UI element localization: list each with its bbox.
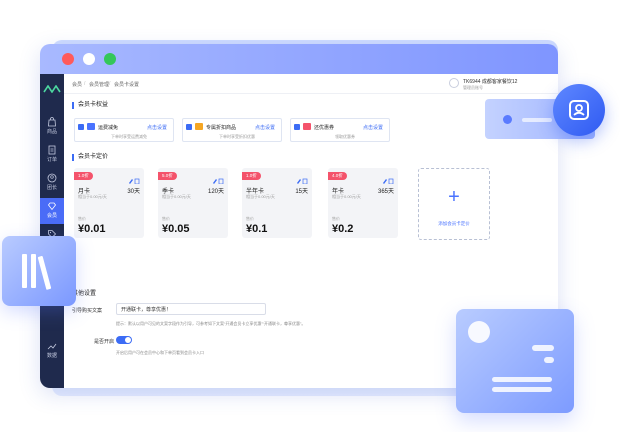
decorative-card-tile bbox=[456, 309, 574, 413]
sidebar-item-goods[interactable]: 商品 bbox=[40, 114, 64, 140]
add-card-label: 添加会员卡定价 bbox=[438, 221, 470, 226]
breadcrumb-item[interactable]: 会员管理 bbox=[89, 81, 109, 88]
truck-icon bbox=[87, 123, 95, 130]
user-name[interactable]: TK6944 成都客家餐饮12 bbox=[463, 78, 517, 85]
enable-toggle[interactable] bbox=[116, 336, 132, 344]
add-card-button[interactable]: + 添加会员卡定价 bbox=[418, 168, 490, 240]
card-price: ¥0.01 bbox=[78, 223, 106, 235]
plus-icon: + bbox=[448, 186, 460, 208]
bag-icon bbox=[48, 117, 56, 127]
diamond-icon bbox=[47, 202, 57, 211]
discount-badge: 5.0折 bbox=[158, 172, 177, 180]
card-price: ¥0.2 bbox=[332, 223, 354, 235]
section-title-pricing: 会员卡定价 bbox=[72, 154, 108, 161]
chart-icon bbox=[47, 343, 57, 350]
member-card[interactable]: 1.0折 半年卡 15天 相当于0.00元/天 售价 ¥0.1 bbox=[242, 168, 312, 238]
benefit-setting-link[interactable]: 点击设置 bbox=[255, 124, 275, 131]
coupon-icon bbox=[303, 123, 311, 130]
sidebar-item-data[interactable]: 数据 bbox=[40, 338, 64, 364]
guide-label: 引导购买文案 bbox=[72, 308, 103, 314]
decorative-id-badge bbox=[553, 84, 605, 136]
benefit-name: 运费减免 bbox=[98, 125, 119, 131]
decorative-line bbox=[522, 118, 552, 122]
discount-tag-icon bbox=[195, 123, 203, 130]
benefit-desc: 领取优惠券 bbox=[335, 134, 355, 139]
edit-delete-icons[interactable] bbox=[128, 178, 140, 184]
discount-badge: 1.0折 bbox=[242, 172, 261, 180]
benefit-checkbox[interactable] bbox=[186, 124, 192, 130]
sidebar-item-label: 商品 bbox=[46, 129, 57, 135]
card-price: ¥0.1 bbox=[246, 223, 268, 235]
edit-delete-icons[interactable] bbox=[296, 178, 308, 184]
card-sale-label: 售价 bbox=[78, 216, 86, 221]
minimize-window-button[interactable] bbox=[83, 53, 95, 65]
window-titlebar bbox=[40, 44, 558, 74]
benefit-desc: 下单时享受运费减免 bbox=[111, 134, 147, 139]
card-price: ¥0.05 bbox=[162, 223, 190, 235]
books-icon bbox=[22, 254, 52, 290]
card-days: 120天 bbox=[207, 189, 224, 195]
sidebar-item-orders[interactable]: 订单 bbox=[40, 142, 64, 168]
benefit-item: 还优惠券 点击设置 领取优惠券 bbox=[290, 118, 390, 142]
enable-label: 是否开启 bbox=[94, 339, 115, 345]
benefit-checkbox[interactable] bbox=[294, 124, 300, 130]
card-days: 365天 bbox=[377, 189, 394, 195]
member-card[interactable]: 4.0折 年卡 365天 相当于0.00元/天 售价 ¥0.2 bbox=[328, 168, 398, 238]
benefit-item: 运费减免 点击设置 下单时享受运费减免 bbox=[74, 118, 174, 142]
member-card[interactable]: 5.0折 季卡 120天 相当于0.00元/天 售价 ¥0.05 bbox=[158, 168, 228, 238]
maximize-window-button[interactable] bbox=[104, 53, 116, 65]
breadcrumb-separator: / bbox=[109, 81, 111, 87]
topbar: 会员 / 会员管理 / 会员卡设置 TK6944 成都客家餐饮12 管理员账号 bbox=[64, 74, 558, 94]
benefit-item: 专属折扣商品 点击设置 下单时享受折扣优惠 bbox=[182, 118, 282, 142]
sidebar-item-member[interactable]: 会员 bbox=[40, 198, 64, 224]
guide-hint: 提示：默认以用户可见的文案字段作为引导，可参考如下文案“开通会员卡立享优惠”“开… bbox=[116, 321, 306, 326]
discount-badge: 4.0折 bbox=[328, 172, 347, 180]
id-card-icon bbox=[569, 100, 589, 120]
card-note: 相当于0.00元/天 bbox=[78, 194, 107, 199]
card-days: 15天 bbox=[295, 189, 308, 195]
avatar[interactable] bbox=[449, 78, 459, 88]
guide-text-input[interactable]: 开通联卡，尊享优惠！ bbox=[116, 303, 266, 315]
benefit-setting-link[interactable]: 点击设置 bbox=[147, 124, 167, 131]
benefit-setting-link[interactable]: 点击设置 bbox=[363, 124, 383, 131]
card-note: 相当于0.00元/天 bbox=[246, 194, 275, 199]
card-sale-label: 售价 bbox=[162, 216, 170, 221]
breadcrumb-item[interactable]: 会员 bbox=[72, 81, 82, 88]
benefit-name: 专属折扣商品 bbox=[206, 125, 237, 131]
decorative-dot bbox=[503, 115, 512, 124]
benefit-checkbox[interactable] bbox=[78, 124, 84, 130]
edit-delete-icons[interactable] bbox=[382, 178, 394, 184]
discount-badge: 1.0折 bbox=[74, 172, 93, 180]
benefit-name: 还优惠券 bbox=[314, 125, 335, 131]
card-days: 30天 bbox=[127, 189, 140, 195]
card-sale-label: 售价 bbox=[332, 216, 340, 221]
breadcrumb-item: 会员卡设置 bbox=[114, 82, 140, 88]
card-note: 相当于0.00元/天 bbox=[332, 194, 361, 199]
document-icon bbox=[48, 145, 56, 155]
user-role: 管理员账号 bbox=[463, 85, 483, 90]
close-window-button[interactable] bbox=[62, 53, 74, 65]
breadcrumb-separator: / bbox=[84, 81, 86, 87]
section-title-benefits: 会员卡权益 bbox=[72, 102, 108, 109]
card-note: 相当于0.00元/天 bbox=[162, 194, 191, 199]
app-logo bbox=[43, 80, 61, 94]
person-icon bbox=[47, 173, 57, 183]
sidebar: 商品 订单 团长 会员 营销 数据 bbox=[40, 74, 64, 388]
member-card[interactable]: 1.0折 月卡 30天 相当于0.00元/天 售价 ¥0.01 bbox=[74, 168, 144, 238]
benefit-desc: 下单时享受折扣优惠 bbox=[219, 134, 255, 139]
sidebar-item-label: 团长 bbox=[46, 185, 57, 191]
decorative-books-tile bbox=[2, 236, 76, 306]
sidebar-item-leader[interactable]: 团长 bbox=[40, 170, 64, 196]
card-sale-label: 售价 bbox=[246, 216, 254, 221]
sidebar-item-label: 会员 bbox=[46, 213, 57, 219]
edit-delete-icons[interactable] bbox=[212, 178, 224, 184]
sidebar-item-label: 数据 bbox=[46, 353, 57, 359]
sidebar-item-label: 订单 bbox=[46, 157, 57, 163]
enable-hint: 开启后用户可在会员中心和下单页看到会员卡入口 bbox=[116, 350, 204, 355]
